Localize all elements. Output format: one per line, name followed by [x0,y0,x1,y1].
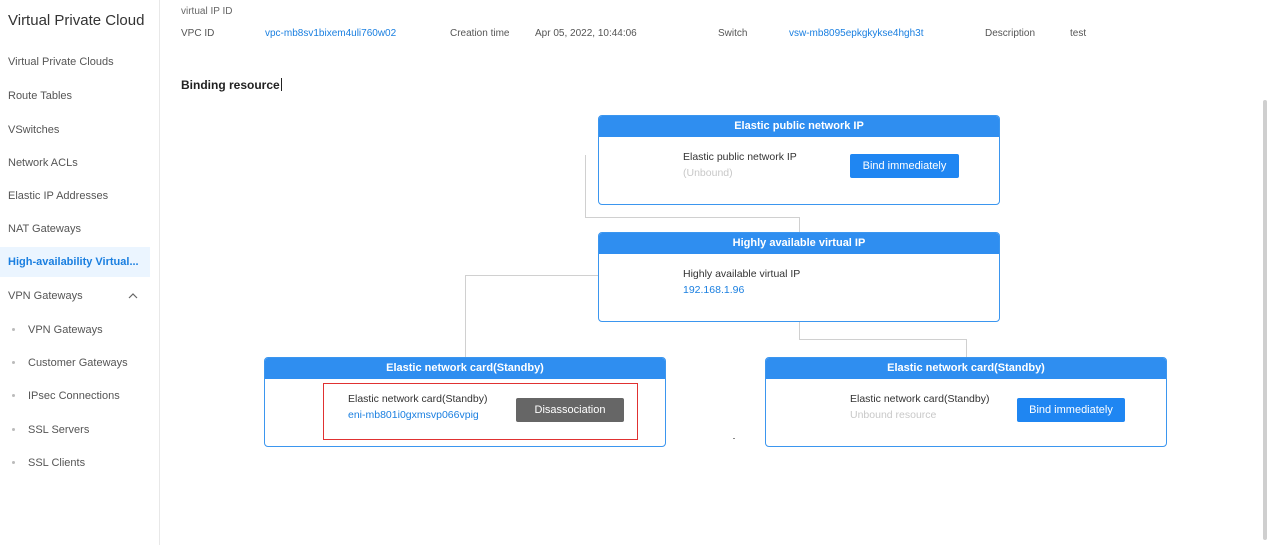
sidebar-item-label: VPN Gateways [28,324,103,336]
sidebar-item-label: VPN Gateways [8,290,83,302]
virtual-ip-id-label: virtual IP ID [181,6,233,17]
sidebar-subitem-customer-gateways[interactable]: Customer Gateways [0,348,150,378]
divider-dot [733,438,735,439]
vpc-id-label: VPC ID [181,28,215,39]
havip-label: Highly available virtual IP [683,268,801,280]
description-label: Description [985,28,1036,39]
eip-status: (Unbound) [683,167,733,179]
sidebar-item-route-tables[interactable]: Route Tables [0,81,150,111]
sidebar: Virtual Private Cloud Virtual Private Cl… [0,0,160,545]
sidebar-subitem-ipsec-connections[interactable]: IPsec Connections [0,381,150,411]
havip-card: Highly available virtual IP Highly avail… [598,232,1000,322]
card-header: Elastic public network IP [599,116,999,137]
card-header: Highly available virtual IP [599,233,999,254]
bullet-icon [12,461,15,464]
switch-label: Switch [718,28,748,39]
sidebar-item-label: Customer Gateways [28,357,128,369]
scrollbar[interactable] [1263,100,1267,540]
bullet-icon [12,428,15,431]
connector-line [799,339,966,340]
connector-line [585,155,586,217]
sidebar-title: Virtual Private Cloud [8,12,145,29]
vpc-id-link[interactable]: vpc-mb8sv1bixem4uli760w02 [265,28,396,39]
sidebar-item-elastic-ip-addresses[interactable]: Elastic IP Addresses [0,181,150,211]
creation-time-value: Apr 05, 2022, 10:44:06 [535,28,637,39]
eni-card-right: Elastic network card(Standby) Elastic ne… [765,357,1167,447]
connector-line [799,217,800,233]
eip-bind-button[interactable]: Bind immediately [850,154,959,178]
connector-line [585,217,800,218]
sidebar-subitem-ssl-servers[interactable]: SSL Servers [0,415,150,445]
sidebar-subitem-ssl-clients[interactable]: SSL Clients [0,448,150,478]
eni-right-bind-button[interactable]: Bind immediately [1017,398,1125,422]
sidebar-item-virtual-private-clouds[interactable]: Virtual Private Clouds [0,47,150,77]
connector-line [966,339,967,358]
sidebar-item-network-acls[interactable]: Network ACLs [0,148,150,178]
bullet-icon [12,394,15,397]
connector-line [799,321,800,339]
card-header: Elastic network card(Standby) [265,358,665,379]
creation-time-label: Creation time [450,28,510,39]
description-value: test [1070,28,1087,39]
switch-link[interactable]: vsw-mb8095epkgkykse4hgh3t [789,28,924,39]
sidebar-item-label: SSL Servers [28,424,90,436]
sidebar-item-vswitches[interactable]: VSwitches [0,115,150,145]
bullet-icon [12,361,15,364]
connector-line [465,275,599,276]
sidebar-item-label: IPsec Connections [28,390,120,402]
eni-right-label: Elastic network card(Standby) [850,393,990,405]
sidebar-item-high-availability-virtual-ip[interactable]: High-availability Virtual... [0,247,150,277]
sidebar-item-label: SSL Clients [28,457,86,469]
havip-ip-link[interactable]: 192.168.1.96 [683,284,744,296]
sidebar-subitem-vpn-gateways[interactable]: VPN Gateways [0,315,150,345]
sidebar-item-vpn-gateways-group[interactable]: VPN Gateways [0,281,150,311]
sidebar-item-nat-gateways[interactable]: NAT Gateways [0,214,150,244]
eip-card: Elastic public network IP Elastic public… [598,115,1000,205]
card-header: Elastic network card(Standby) [766,358,1166,379]
text-cursor [280,78,282,91]
bullet-icon [12,328,15,331]
connector-line [465,275,466,358]
eip-label: Elastic public network IP [683,151,797,163]
eni-right-status: Unbound resource [850,409,937,421]
section-title: Binding resource [181,78,282,92]
highlight-box [323,383,638,440]
